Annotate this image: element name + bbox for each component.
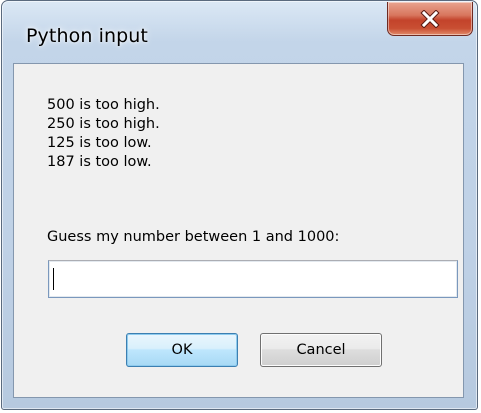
message-line: 187 is too low. <box>47 154 152 170</box>
title-bar[interactable]: Python input <box>2 1 477 63</box>
ok-button[interactable]: OK <box>126 333 238 367</box>
message-text: 500 is too high. 250 is too high. 125 is… <box>47 96 160 172</box>
prompt-label: Guess my number between 1 and 1000: <box>47 229 340 245</box>
message-line: 125 is too low. <box>47 135 152 151</box>
cancel-button[interactable]: Cancel <box>260 333 382 367</box>
message-line: 250 is too high. <box>47 116 160 132</box>
guess-input[interactable] <box>48 260 458 298</box>
dialog-body: 500 is too high. 250 is too high. 125 is… <box>13 63 464 398</box>
message-line: 500 is too high. <box>47 97 160 113</box>
close-button[interactable] <box>387 2 473 36</box>
text-cursor <box>53 268 54 290</box>
close-icon <box>388 2 472 35</box>
window-title: Python input <box>26 25 148 47</box>
dialog-window: Python input 500 is too high. 250 is too… <box>1 0 478 410</box>
